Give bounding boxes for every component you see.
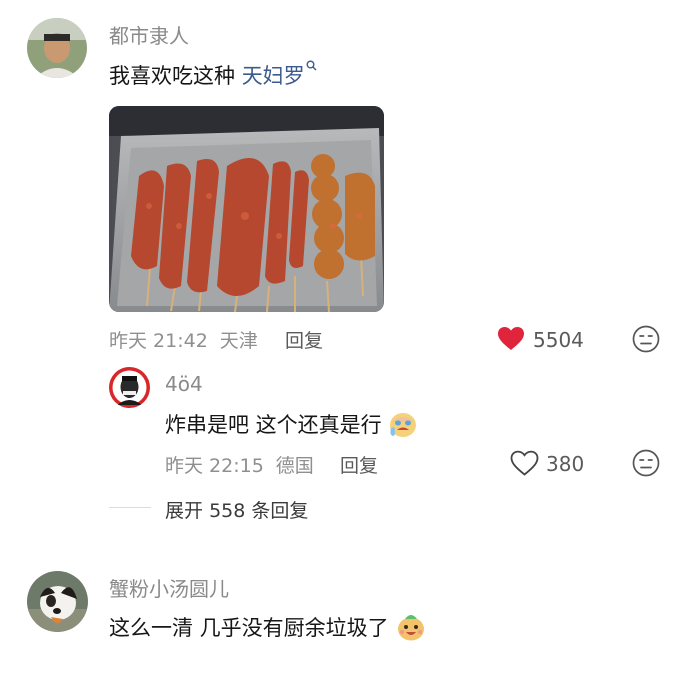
comment-location: 天津	[219, 330, 258, 352]
comment-time: 昨天 21:42	[109, 330, 208, 352]
reply-time: 昨天 22:15	[165, 455, 264, 477]
expand-count[interactable]: 558	[209, 500, 245, 522]
reply-button[interactable]: 回复	[340, 451, 378, 478]
reply-meta: 昨天 22:15 德国	[165, 451, 326, 478]
like-button[interactable]: 380	[510, 450, 600, 478]
username[interactable]: 蟹粉小汤圆儿	[109, 573, 229, 602]
comment-text-body: 这么一清 几乎没有厨余垃圾了	[109, 616, 389, 640]
comment-text-body: 我喜欢吃这种	[109, 64, 242, 88]
happy-emoji-icon	[398, 615, 425, 641]
reply-location: 德国	[275, 455, 314, 477]
comment-text: 这么一清 几乎没有厨余垃圾了	[109, 612, 427, 642]
search-icon[interactable]	[306, 60, 317, 71]
heart-filled-icon	[498, 327, 524, 350]
dislike-button[interactable]	[631, 324, 661, 354]
crying-emoji-icon	[390, 413, 417, 437]
comment-meta: 昨天 21:42 天津	[109, 326, 270, 353]
dislike-button[interactable]	[631, 448, 661, 478]
comment-image[interactable]	[109, 106, 384, 312]
like-count: 5504	[533, 328, 584, 352]
search-link[interactable]: 天妇罗	[242, 60, 317, 88]
avatar[interactable]	[27, 571, 88, 632]
username[interactable]: 4ö4	[165, 372, 203, 396]
reply-button[interactable]: 回复	[285, 326, 323, 353]
reply-text: 炸串是吧 这个还真是行	[165, 409, 418, 439]
comment-text: 我喜欢吃这种 天妇罗	[109, 60, 317, 90]
expand-divider	[109, 507, 151, 508]
like-button[interactable]: 5504	[497, 326, 597, 354]
dislike-face-icon	[632, 449, 660, 477]
search-link-text[interactable]: 天妇罗	[242, 64, 305, 88]
username[interactable]: 都市隶人	[109, 20, 189, 49]
expand-prefix[interactable]: 展开	[165, 500, 203, 522]
reply-text-body: 炸串是吧 这个还真是行	[165, 413, 382, 437]
expand-suffix[interactable]: 条回复	[251, 500, 308, 522]
heart-outline-icon	[510, 450, 539, 476]
like-count: 380	[546, 452, 585, 476]
avatar[interactable]	[109, 367, 150, 408]
avatar[interactable]	[27, 18, 87, 78]
expand-replies-button[interactable]: 展开 558 条回复	[165, 496, 308, 523]
dislike-face-icon	[632, 325, 660, 353]
